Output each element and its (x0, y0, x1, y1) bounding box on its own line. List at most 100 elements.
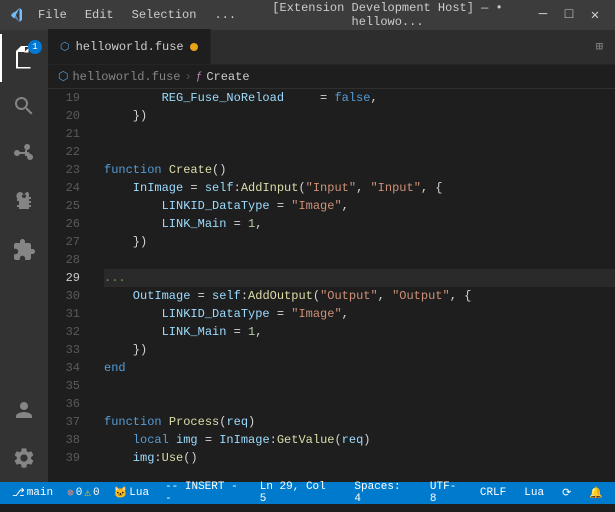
code-line-20: }) (104, 107, 615, 125)
code-line-34: end (104, 359, 615, 377)
line-num-23: 23 (48, 161, 88, 179)
line-num-34: 34 (48, 359, 88, 377)
minimize-button[interactable]: ─ (531, 5, 555, 25)
line-num-25: 25 (48, 197, 88, 215)
editor-area: ⬡ helloworld.fuse ⊞ ⬡ helloworld.fuse › … (48, 30, 615, 482)
activity-scm[interactable] (0, 130, 48, 178)
code-line-38: local img = InImage:GetValue(req) (104, 431, 615, 449)
window-controls: ─ □ ✕ (531, 5, 607, 25)
activity-debug[interactable] (0, 178, 48, 226)
maximize-button[interactable]: □ (557, 5, 581, 25)
code-line-36 (104, 395, 615, 413)
code-line-24: InImage = self:AddInput("Input", "Input"… (104, 179, 615, 197)
error-icon: ⊗ (67, 486, 74, 500)
split-editor-button[interactable]: ⊞ (592, 35, 607, 58)
bell-icon: 🔔 (589, 486, 603, 500)
language-icon-status[interactable]: 🐱 Lua (110, 482, 154, 504)
line-num-19: 19 (48, 89, 88, 107)
activity-search[interactable] (0, 82, 48, 130)
menu-file[interactable]: File (30, 6, 75, 24)
breadcrumb-separator: › (185, 70, 192, 84)
code-line-31: LINKID_DataType = "Image", (104, 305, 615, 323)
line-num-35: 35 (48, 377, 88, 395)
code-line-35 (104, 377, 615, 395)
line-num-28: 28 (48, 251, 88, 269)
mode-label: -- INSERT -- (165, 481, 242, 505)
code-line-28 (104, 251, 615, 269)
line-num-33: 33 (48, 341, 88, 359)
line-num-31: 31 (48, 305, 88, 323)
tab-label: helloworld.fuse (76, 40, 184, 54)
line-num-39: 39 (48, 449, 88, 467)
warning-count: 0 (93, 487, 100, 499)
sync-icon: ⟳ (562, 486, 571, 500)
breadcrumb-function-icon: ƒ (196, 71, 203, 83)
line-num-36: 36 (48, 395, 88, 413)
tab-file-icon: ⬡ (60, 40, 70, 54)
line-ending-status[interactable]: CRLF (476, 482, 510, 504)
code-line-19: REG_Fuse_NoReload = false, (104, 89, 615, 107)
lang-display: Lua (524, 487, 544, 499)
line-numbers: 19 20 21 22 23 24 25 26 27 28 29 30 31 3… (48, 89, 96, 482)
language-label: Lua (129, 487, 149, 499)
window-title: [Extension Development Host] — • hellowo… (250, 1, 525, 29)
spaces-label: Spaces: 4 (354, 481, 412, 505)
code-line-30: OutImage = self:AddOutput("Output", "Out… (104, 287, 615, 305)
mode-status[interactable]: -- INSERT -- (161, 482, 246, 504)
lang-status[interactable]: Lua (520, 482, 548, 504)
cursor-position: Ln 29, Col 5 (260, 481, 337, 505)
statusbar: ⎇ main ⊗ 0 ⚠ 0 🐱 Lua -- INSERT -- Ln 29,… (0, 482, 615, 504)
active-tab[interactable]: ⬡ helloworld.fuse (48, 29, 211, 64)
code-line-26: LINK_Main = 1, (104, 215, 615, 233)
line-num-32: 32 (48, 323, 88, 341)
sync-status[interactable]: ⟳ (558, 482, 575, 504)
statusbar-right: -- INSERT -- Ln 29, Col 5 Spaces: 4 UTF-… (161, 482, 607, 504)
source-control-badge: 1 (28, 40, 42, 54)
file-icon-breadcrumb: ⬡ (58, 69, 68, 84)
menu-bar: File Edit Selection ... (30, 6, 244, 24)
line-num-37: 37 (48, 413, 88, 431)
breadcrumb-function[interactable]: Create (206, 70, 249, 84)
line-num-26: 26 (48, 215, 88, 233)
code-line-37: function Process(req) (104, 413, 615, 431)
code-line-32: LINK_Main = 1, (104, 323, 615, 341)
line-num-27: 27 (48, 233, 88, 251)
activity-bar: 1 (0, 30, 48, 482)
code-line-27: }) (104, 233, 615, 251)
activity-extensions[interactable] (0, 226, 48, 274)
error-count: 0 (76, 487, 83, 499)
activity-explorer[interactable]: 1 (0, 34, 48, 82)
encoding-label: UTF-8 (430, 481, 462, 505)
line-ending-label: CRLF (480, 487, 506, 499)
activity-settings[interactable] (0, 434, 48, 482)
line-num-38: 38 (48, 431, 88, 449)
activity-account[interactable] (0, 386, 48, 434)
code-line-39: img:Use() (104, 449, 615, 467)
encoding-status[interactable]: UTF-8 (426, 482, 466, 504)
code-line-23: function Create() (104, 161, 615, 179)
menu-more[interactable]: ... (206, 6, 244, 24)
bell-status[interactable]: 🔔 (585, 482, 607, 504)
warning-icon: ⚠ (84, 486, 91, 500)
menu-selection[interactable]: Selection (124, 6, 205, 24)
code-line-22 (104, 143, 615, 161)
line-num-22: 22 (48, 143, 88, 161)
spaces-status[interactable]: Spaces: 4 (350, 482, 416, 504)
editor-content: 19 20 21 22 23 24 25 26 27 28 29 30 31 3… (48, 89, 615, 482)
close-button[interactable]: ✕ (583, 5, 607, 25)
source-control-status[interactable]: ⎇ main (8, 482, 57, 504)
vscode-icon (8, 7, 24, 23)
breadcrumb: ⬡ helloworld.fuse › ƒ Create (48, 65, 615, 89)
code-line-21 (104, 125, 615, 143)
code-line-29: ... (104, 269, 615, 287)
position-status[interactable]: Ln 29, Col 5 (256, 482, 341, 504)
titlebar: File Edit Selection ... [Extension Devel… (0, 0, 615, 30)
menu-edit[interactable]: Edit (77, 6, 122, 24)
code-area[interactable]: REG_Fuse_NoReload = false, }) function C… (96, 89, 615, 482)
git-branch: main (27, 487, 53, 499)
breadcrumb-file[interactable]: helloworld.fuse (72, 70, 180, 84)
line-num-20: 20 (48, 107, 88, 125)
errors-status[interactable]: ⊗ 0 ⚠ 0 (63, 482, 103, 504)
code-line-25: LINKID_DataType = "Image", (104, 197, 615, 215)
editor-tabs: ⬡ helloworld.fuse ⊞ (48, 30, 615, 65)
